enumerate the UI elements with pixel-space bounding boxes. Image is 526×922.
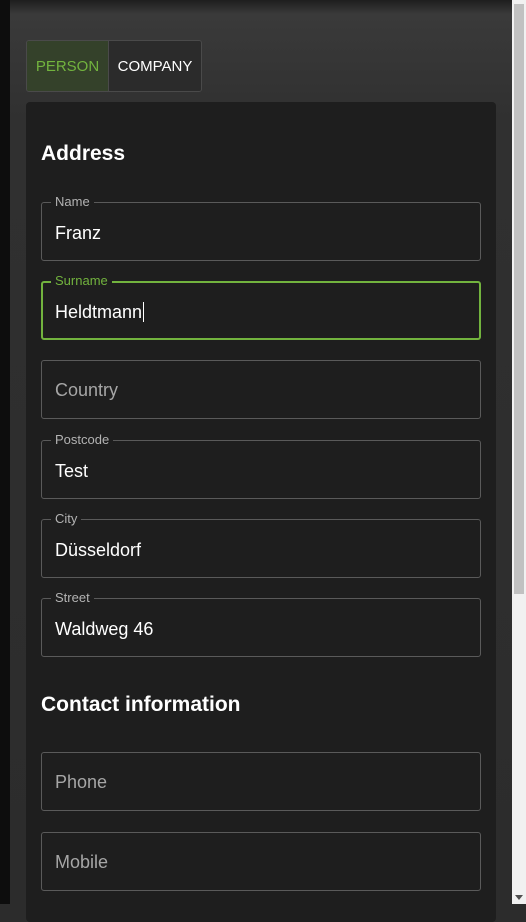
street-field-label: Street <box>51 590 94 606</box>
scrollbar-thumb[interactable] <box>514 4 524 594</box>
street-field-value: Waldweg 46 <box>55 619 154 639</box>
tab-person[interactable]: PERSON <box>27 41 109 91</box>
phone-field[interactable]: Phone <box>41 752 481 811</box>
city-field-label: City <box>51 511 82 527</box>
name-field-value: Franz <box>55 223 102 243</box>
city-field-value: Düsseldorf <box>55 540 142 560</box>
postcode-field-label: Postcode <box>51 432 114 448</box>
surname-field-value-wrap: Heldtmann <box>55 301 145 323</box>
street-field[interactable]: Street Waldweg 46 <box>41 590 481 657</box>
address-section-title: Address <box>41 142 126 165</box>
mobile-field[interactable]: Mobile <box>41 832 481 891</box>
postcode-field[interactable]: Postcode Test <box>41 432 481 499</box>
postcode-field-value: Test <box>55 461 89 481</box>
vertical-scrollbar[interactable] <box>512 0 526 904</box>
mobile-field-placeholder: Mobile <box>55 852 109 872</box>
scroll-down-arrow-icon[interactable] <box>515 895 523 900</box>
left-edge <box>0 0 10 904</box>
tab-company[interactable]: COMPANY <box>109 41 201 91</box>
city-field[interactable]: City Düsseldorf <box>41 511 481 578</box>
country-field[interactable]: Country <box>41 360 481 419</box>
text-cursor <box>143 302 145 322</box>
name-field[interactable]: Name Franz <box>41 194 481 261</box>
entity-type-tabs: PERSON COMPANY <box>26 40 202 92</box>
surname-field[interactable]: Surname Heldtmann <box>41 273 481 340</box>
surname-field-label: Surname <box>51 273 112 289</box>
name-field-label: Name <box>51 194 94 210</box>
phone-field-placeholder: Phone <box>55 772 108 792</box>
country-field-placeholder: Country <box>55 380 119 400</box>
surname-field-value: Heldtmann <box>55 302 143 322</box>
contact-section-title: Contact information <box>41 693 241 716</box>
